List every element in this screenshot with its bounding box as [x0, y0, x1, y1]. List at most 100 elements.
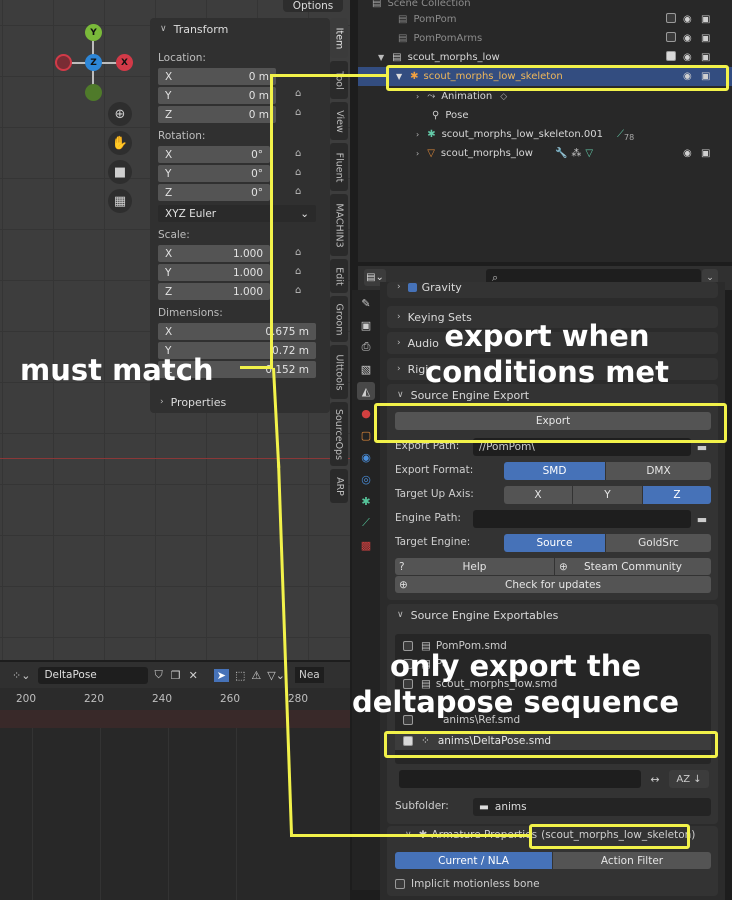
box-select-icon[interactable]: ⬚ [235, 669, 245, 682]
camera-icon[interactable]: ▣ [701, 14, 710, 25]
location-z-field[interactable]: Z0 m [158, 106, 276, 123]
tab-groom[interactable]: Groom [330, 296, 348, 342]
outliner-row[interactable]: ▤ PomPomArms ◉ ▣ [358, 29, 732, 48]
subfolder-field[interactable]: ▬ anims [473, 798, 711, 816]
close-icon[interactable]: ✕ [189, 669, 198, 682]
eye-icon[interactable]: ◉ [683, 14, 692, 25]
action-name-field[interactable]: DeltaPose [38, 666, 149, 684]
exportables-header[interactable]: ∨ Source Engine Exportables [387, 604, 718, 626]
action-editor[interactable]: ⁘⌄ DeltaPose ⛉ ❐ ✕ ➤ ⬚ ⚠ ▽⌄ Nea 200 220 … [0, 662, 350, 900]
scene-icon[interactable]: ◭ [357, 382, 375, 400]
select-cursor-icon[interactable]: ➤ [213, 668, 229, 682]
scale-x-field[interactable]: X 1.000 [158, 245, 270, 262]
rotation-x-field[interactable]: X 0° [158, 146, 270, 163]
format-smd-button[interactable]: SMD [504, 462, 605, 480]
warning-icon[interactable]: ⚠ [251, 669, 261, 682]
physics-icon[interactable]: ◎ [357, 470, 375, 488]
tab-arp[interactable]: ARP [330, 469, 348, 503]
lock-icon[interactable]: ⌂ [295, 167, 309, 178]
eye-icon[interactable]: ◉ [683, 148, 692, 159]
hand-pan-icon[interactable]: ✋ [108, 131, 132, 155]
checkbox[interactable] [666, 32, 676, 42]
armature-data-icon[interactable]: ✱ [357, 492, 375, 510]
properties-subpanel-header[interactable]: › Properties [150, 391, 330, 413]
tab-tool[interactable]: Tool [330, 61, 348, 99]
options-button[interactable]: Options [283, 0, 343, 12]
format-dmx-button[interactable]: DMX [606, 462, 711, 480]
lock-icon[interactable]: ⌂ [295, 107, 309, 118]
view-layer-icon[interactable]: ▧ [357, 360, 375, 378]
bone-icon[interactable]: ⟋ [357, 514, 375, 532]
lock-icon[interactable]: ⌂ [295, 186, 309, 197]
filter-input[interactable] [399, 770, 641, 788]
current-nla-button[interactable]: Current / NLA [395, 852, 552, 869]
world-icon[interactable]: ● [357, 404, 375, 422]
camera-icon[interactable]: ▣ [701, 148, 710, 159]
steam-community-button[interactable]: ⊕ Steam Community [555, 558, 711, 575]
filter-icon[interactable]: ▽⌄ [267, 669, 285, 682]
gizmo-z-handle[interactable]: Z [85, 54, 102, 71]
outliner-row[interactable]: ⚲ Pose [358, 106, 732, 125]
outliner-row[interactable]: › ✱ scout_morphs_low_skeleton.001 ⟋ 78 [358, 125, 732, 144]
sort-alpha-icon[interactable]: AZ ↓ [669, 770, 709, 788]
engine-source-button[interactable]: Source [504, 534, 605, 552]
gizmo-x-handle[interactable]: X [116, 54, 133, 71]
checkbox[interactable] [666, 51, 676, 61]
lock-icon[interactable]: ⌂ [295, 266, 309, 277]
checkbox[interactable] [395, 879, 405, 889]
expand-icon[interactable]: › [416, 92, 419, 101]
lock-icon[interactable]: ⌂ [295, 88, 309, 99]
tab-ulttools[interactable]: Ulttools [330, 345, 348, 399]
checkbox[interactable] [666, 13, 676, 23]
fake-user-shield-icon[interactable]: ⛉ [154, 668, 162, 682]
location-x-field[interactable]: X0 m [158, 68, 276, 85]
expand-icon[interactable]: › [416, 130, 419, 139]
engine-path-field[interactable] [473, 510, 691, 528]
tab-item[interactable]: Item [330, 18, 348, 58]
outliner-row[interactable]: › ▽ scout_morphs_low 🔧 ⁂ ▽ ◉ ▣ [358, 144, 732, 163]
location-y-field[interactable]: Y0 m [158, 87, 276, 104]
output-icon[interactable]: ⎙ [357, 338, 375, 356]
modifiers-icon[interactable]: ◉ [357, 448, 375, 466]
expand-icon[interactable]: ▼ [378, 53, 384, 62]
implicit-bone-checkbox[interactable]: Implicit motionless bone [395, 878, 540, 890]
expand-icon[interactable]: › [416, 149, 419, 158]
swap-arrows-icon[interactable]: ↔ [645, 770, 665, 788]
rotation-y-field[interactable]: Y 0° [158, 165, 270, 182]
tab-fluent[interactable]: Fluent [330, 143, 348, 191]
tab-view[interactable]: View [330, 102, 348, 140]
rotation-mode-dropdown[interactable]: XYZ Euler ⌄ [158, 205, 316, 222]
scale-y-field[interactable]: Y 1.000 [158, 264, 270, 281]
frame-ruler[interactable]: 200 220 240 260 280 [0, 688, 350, 710]
scale-z-field[interactable]: Z 1.000 [158, 283, 270, 300]
dimension-x-field[interactable]: X 0.675 m [158, 323, 316, 340]
render-icon[interactable]: ▣ [357, 316, 375, 334]
lock-icon[interactable]: ⌂ [295, 247, 309, 258]
action-icon[interactable]: ⁘⌄ [12, 669, 30, 682]
check-updates-button[interactable]: ⊕ Check for updates [395, 576, 711, 593]
ortho-grid-icon[interactable]: ▦ [108, 189, 132, 213]
tab-edit[interactable]: Edit [330, 259, 348, 293]
lock-icon[interactable]: ⌂ [295, 285, 309, 296]
texture-icon[interactable]: ▩ [357, 536, 375, 554]
transform-header[interactable]: ∨ Transform [150, 18, 330, 40]
zoom-icon[interactable]: ⊕ [108, 102, 132, 126]
tab-sourceops[interactable]: SourceOps [330, 402, 348, 466]
outliner-row[interactable]: ▤ PomPom ◉ ▣ [358, 10, 732, 29]
tab-machin3[interactable]: MACHIN3 [330, 194, 348, 256]
engine-goldsrc-button[interactable]: GoldSrc [606, 534, 711, 552]
gizmo-y-handle[interactable]: Y [85, 24, 102, 41]
eye-icon[interactable]: ◉ [683, 33, 692, 44]
camera-view-icon[interactable]: ■ [108, 160, 132, 184]
gravity-row[interactable]: › Gravity [387, 282, 718, 298]
lock-icon[interactable]: ⌂ [295, 148, 309, 159]
rotation-z-field[interactable]: Z 0° [158, 184, 270, 201]
axis-y-button[interactable]: Y [573, 486, 642, 504]
axis-z-button[interactable]: Z [643, 486, 711, 504]
camera-icon[interactable]: ▣ [701, 52, 710, 63]
checkbox[interactable] [407, 282, 417, 292]
gizmo-neg-x-handle[interactable] [55, 54, 72, 71]
navigation-gizmo[interactable]: Y Z X [55, 22, 135, 102]
action-filter-button[interactable]: Action Filter [553, 852, 711, 869]
folder-icon[interactable]: ▬ [693, 510, 711, 528]
